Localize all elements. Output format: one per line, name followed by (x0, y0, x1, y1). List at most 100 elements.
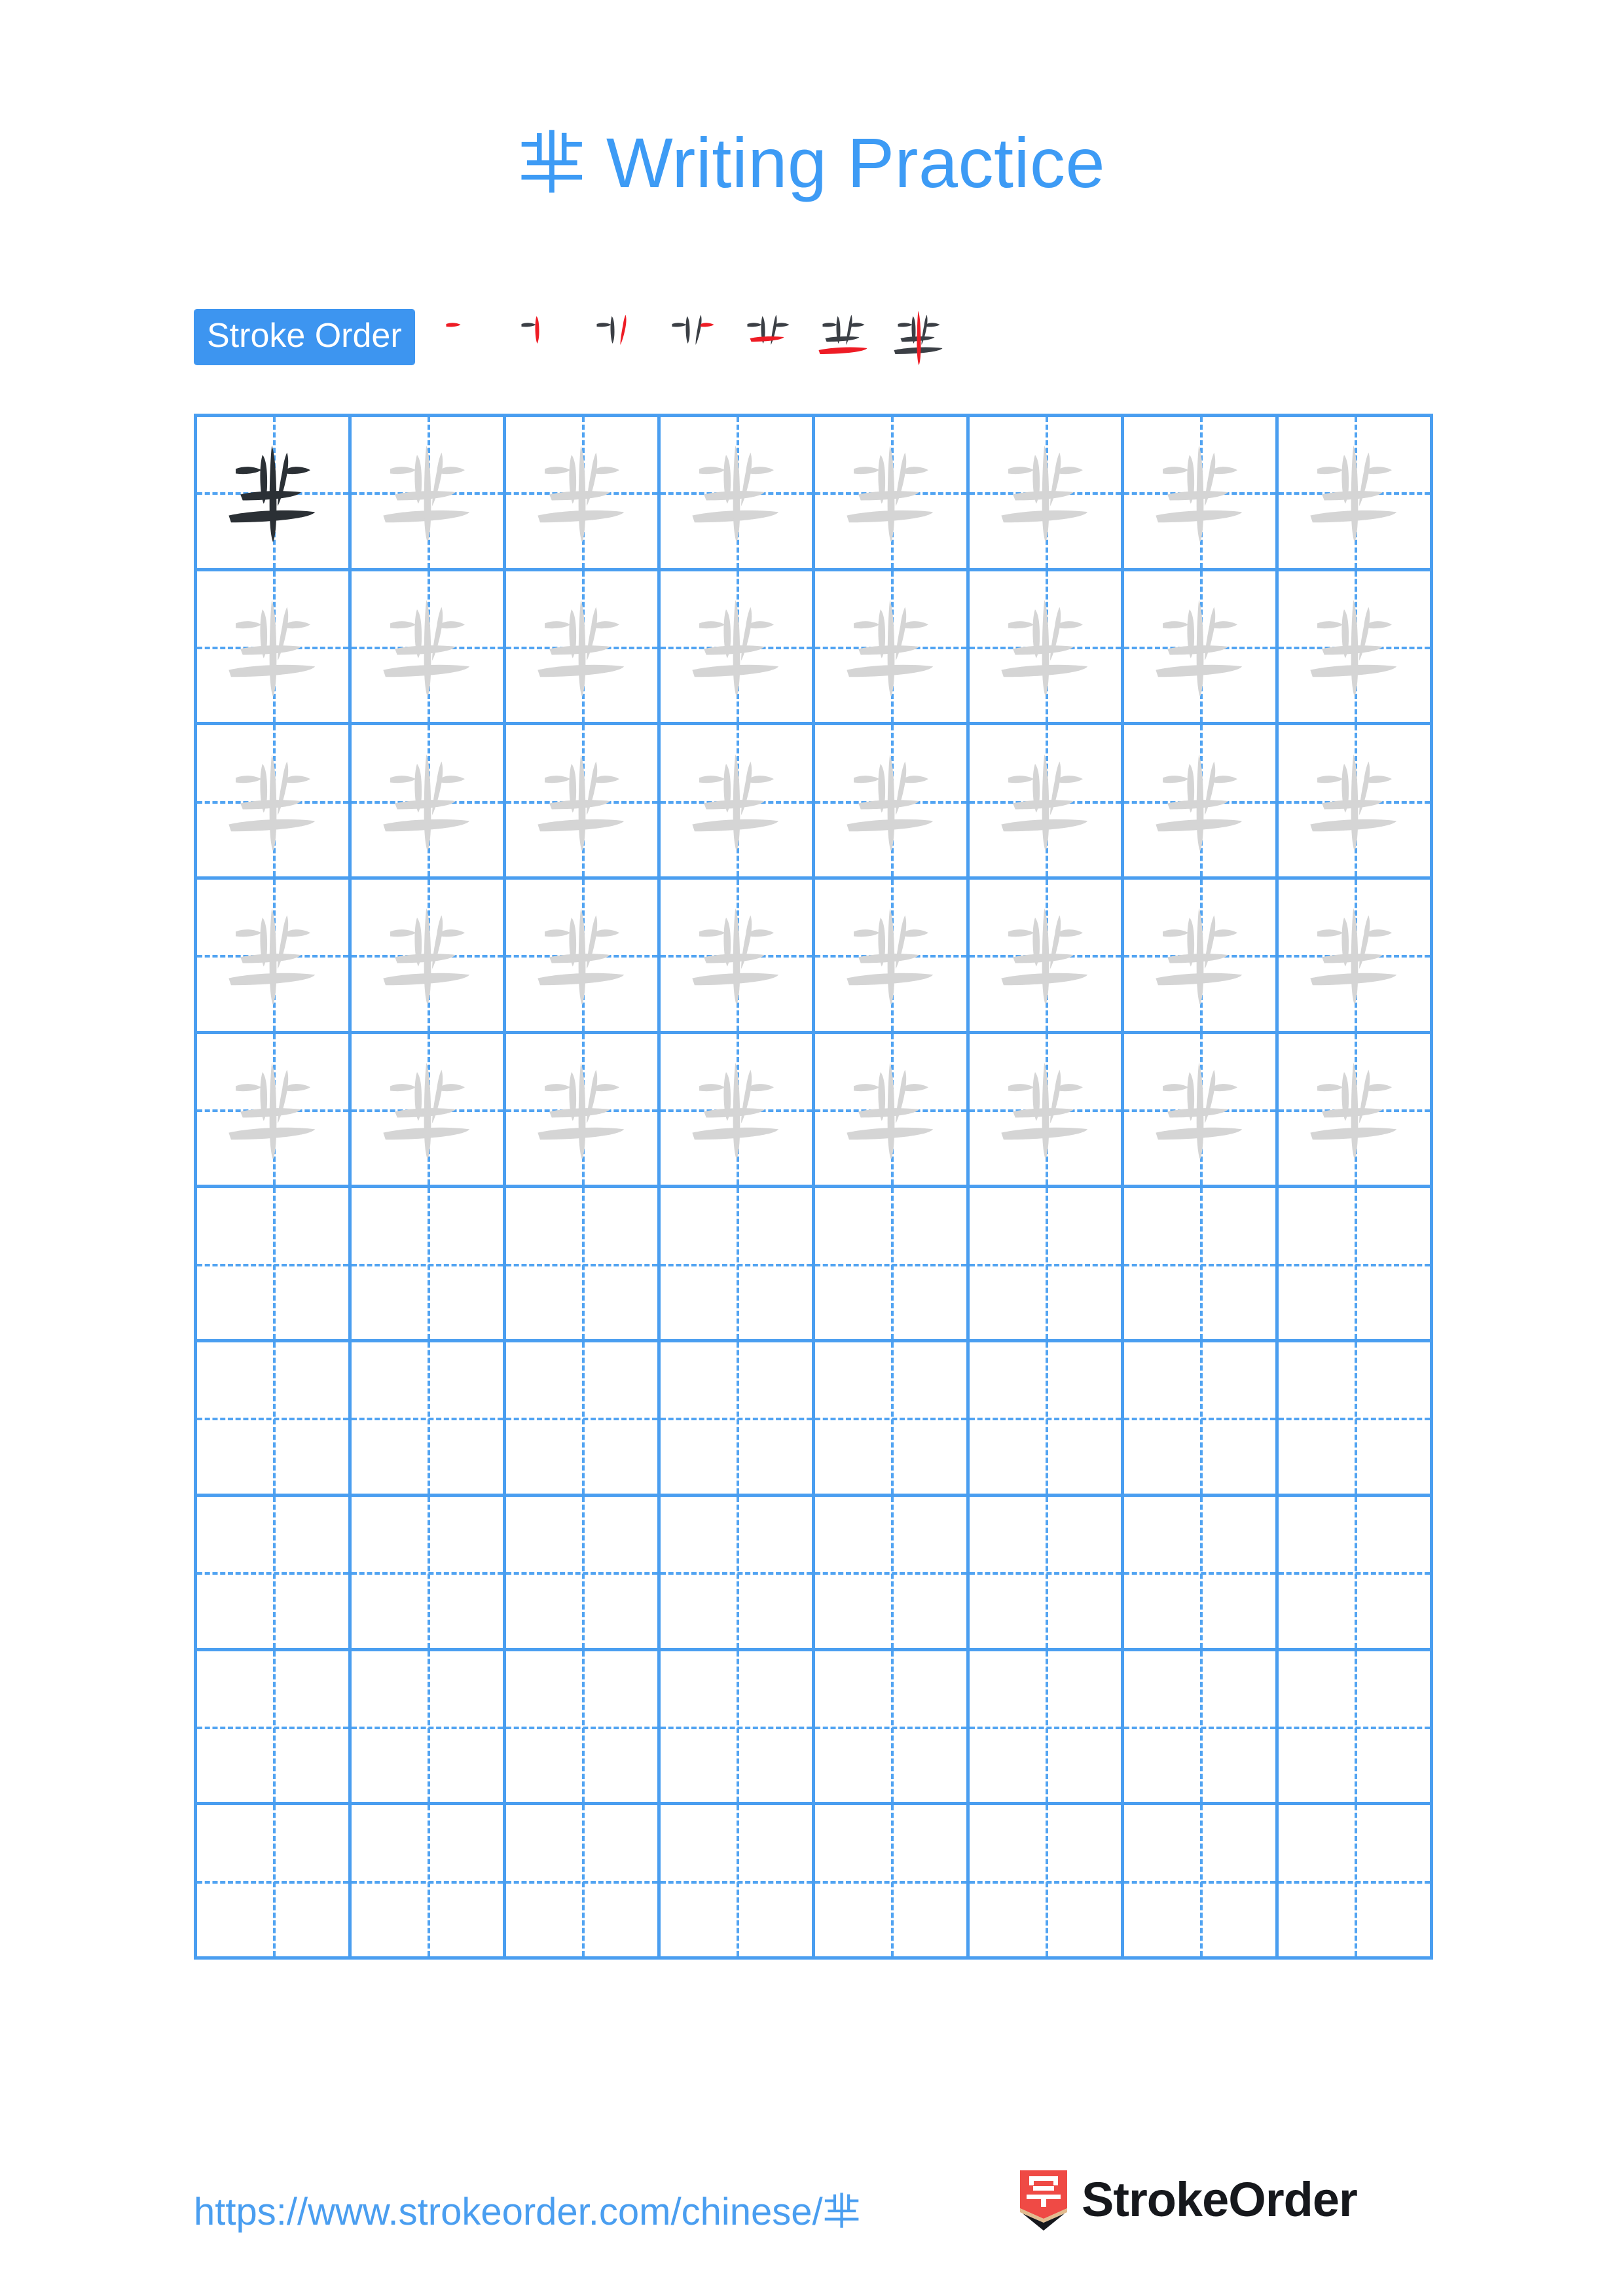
grid-cell-6-3[interactable] (506, 1188, 661, 1343)
grid-cell-2-5[interactable] (815, 571, 970, 726)
grid-cell-1-2[interactable] (352, 417, 506, 571)
footer-url[interactable]: https://www.strokeorder.com/chinese/芈 (194, 2181, 861, 2236)
grid-cell-9-2[interactable] (352, 1651, 506, 1806)
trace-character (197, 880, 348, 1031)
trace-character (970, 725, 1121, 876)
grid-cell-9-6[interactable] (970, 1651, 1124, 1806)
grid-cell-7-3[interactable] (506, 1342, 661, 1497)
grid-cell-10-5[interactable] (815, 1805, 970, 1960)
grid-cell-2-8[interactable] (1279, 571, 1433, 726)
grid-cell-2-7[interactable] (1124, 571, 1279, 726)
grid-cell-2-4[interactable] (661, 571, 815, 726)
grid-cell-6-2[interactable] (352, 1188, 506, 1343)
grid-cell-6-6[interactable] (970, 1188, 1124, 1343)
grid-cell-1-3[interactable] (506, 417, 661, 571)
trace-character (815, 571, 966, 723)
grid-cell-4-8[interactable] (1279, 880, 1433, 1034)
grid-cell-4-3[interactable] (506, 880, 661, 1034)
grid-cell-10-3[interactable] (506, 1805, 661, 1960)
grid-cell-3-6[interactable] (970, 725, 1124, 880)
grid-cell-1-6[interactable] (970, 417, 1124, 571)
grid-cell-8-1[interactable] (197, 1496, 352, 1651)
grid-cell-8-6[interactable] (970, 1496, 1124, 1651)
grid-cell-8-3[interactable] (506, 1496, 661, 1651)
grid-cell-9-5[interactable] (815, 1651, 970, 1806)
grid-cell-7-2[interactable] (352, 1342, 506, 1497)
grid-cell-8-4[interactable] (661, 1496, 815, 1651)
trace-character (661, 725, 812, 876)
grid-cell-8-7[interactable] (1124, 1496, 1279, 1651)
grid-cell-3-8[interactable] (1279, 725, 1433, 880)
grid-cell-3-1[interactable] (197, 725, 352, 880)
grid-cell-1-4[interactable] (661, 417, 815, 571)
grid-cell-6-4[interactable] (661, 1188, 815, 1343)
grid-cell-9-8[interactable] (1279, 1651, 1433, 1806)
grid-cell-7-7[interactable] (1124, 1342, 1279, 1497)
grid-cell-3-5[interactable] (815, 725, 970, 880)
grid-cell-3-3[interactable] (506, 725, 661, 880)
grid-cell-5-4[interactable] (661, 1033, 815, 1189)
grid-cell-8-5[interactable] (815, 1496, 970, 1651)
grid-cell-1-8[interactable] (1279, 417, 1433, 571)
trace-character (1279, 1034, 1430, 1185)
page-title-suffix: Writing Practice (586, 123, 1106, 202)
grid-cell-5-7[interactable] (1124, 1033, 1279, 1189)
grid-cell-1-1[interactable] (197, 417, 352, 571)
grid-cell-10-1[interactable] (197, 1805, 352, 1960)
grid-cell-6-1[interactable] (197, 1188, 352, 1343)
grid-cell-6-7[interactable] (1124, 1188, 1279, 1343)
grid-cell-8-2[interactable] (352, 1496, 506, 1651)
grid-cell-10-6[interactable] (970, 1805, 1124, 1960)
grid-cell-9-4[interactable] (661, 1651, 815, 1806)
grid-cell-4-1[interactable] (197, 880, 352, 1034)
grid-cell-10-8[interactable] (1279, 1805, 1433, 1960)
grid-cell-2-2[interactable] (352, 571, 506, 726)
grid-cell-7-4[interactable] (661, 1342, 815, 1497)
grid-cell-7-1[interactable] (197, 1342, 352, 1497)
trace-character (1279, 725, 1430, 876)
stroke-order-steps (429, 304, 957, 370)
grid-cell-5-1[interactable] (197, 1033, 352, 1189)
grid-cell-6-8[interactable] (1279, 1188, 1433, 1343)
grid-cell-3-2[interactable] (352, 725, 506, 880)
grid-cell-3-4[interactable] (661, 725, 815, 880)
grid-cell-10-4[interactable] (661, 1805, 815, 1960)
grid-cell-8-8[interactable] (1279, 1496, 1433, 1651)
stroke-step-7 (881, 304, 957, 370)
grid-cell-4-4[interactable] (661, 880, 815, 1034)
grid-cell-7-8[interactable] (1279, 1342, 1433, 1497)
grid-cell-5-5[interactable] (815, 1033, 970, 1189)
trace-character (506, 571, 657, 723)
grid-cell-4-5[interactable] (815, 880, 970, 1034)
grid-cell-5-8[interactable] (1279, 1033, 1433, 1189)
grid-cell-2-3[interactable] (506, 571, 661, 726)
grid-cell-9-1[interactable] (197, 1651, 352, 1806)
grid-cell-6-5[interactable] (815, 1188, 970, 1343)
grid-cell-5-3[interactable] (506, 1033, 661, 1189)
trace-character (1124, 880, 1275, 1031)
grid-cell-7-6[interactable] (970, 1342, 1124, 1497)
grid-cell-2-6[interactable] (970, 571, 1124, 726)
grid-cell-2-1[interactable] (197, 571, 352, 726)
trace-character (815, 1034, 966, 1185)
grid-cell-3-7[interactable] (1124, 725, 1279, 880)
grid-cell-4-6[interactable] (970, 880, 1124, 1034)
page-title: 芈 Writing Practice (0, 108, 1623, 207)
trace-character (970, 417, 1121, 568)
grid-cell-5-6[interactable] (970, 1033, 1124, 1189)
grid-cell-10-2[interactable] (352, 1805, 506, 1960)
grid-cell-10-7[interactable] (1124, 1805, 1279, 1960)
grid-cell-5-2[interactable] (352, 1033, 506, 1189)
trace-character (197, 725, 348, 876)
grid-cell-1-5[interactable] (815, 417, 970, 571)
trace-character (352, 1034, 503, 1185)
grid-cell-7-5[interactable] (815, 1342, 970, 1497)
grid-cell-4-2[interactable] (352, 880, 506, 1034)
stroke-order-badge: Stroke Order (194, 309, 415, 365)
grid-cell-1-7[interactable] (1124, 417, 1279, 571)
grid-cell-4-7[interactable] (1124, 880, 1279, 1034)
grid-cell-9-3[interactable] (506, 1651, 661, 1806)
grid-cell-9-7[interactable] (1124, 1651, 1279, 1806)
grid-row (197, 725, 1433, 880)
footer-logo[interactable]: StrokeOrder (1019, 2170, 1358, 2231)
